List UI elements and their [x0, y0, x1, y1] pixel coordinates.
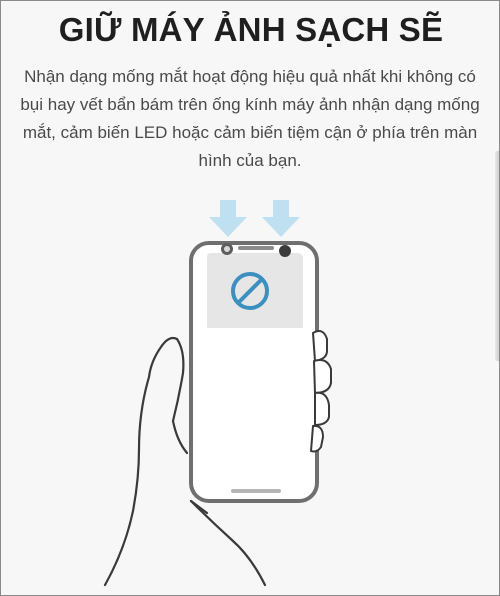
hand-phone-illustration: [103, 200, 332, 587]
down-arrow-icon: [209, 200, 247, 237]
instruction-screen: GIỮ MÁY ẢNH SẠCH SẼ Nhận dạng mống mắt h…: [0, 0, 500, 596]
hand: [310, 330, 332, 453]
phone: [189, 241, 319, 503]
down-arrow-icon: [262, 200, 300, 237]
